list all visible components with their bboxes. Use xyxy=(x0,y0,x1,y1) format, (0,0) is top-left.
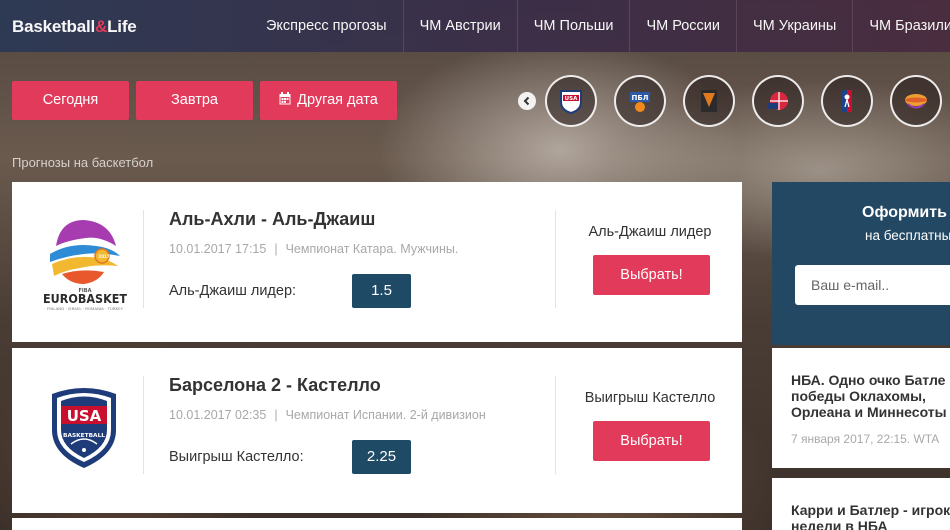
match-meta: 10.01.2017 02:35 | Чемпионат Испании. 2-й … xyxy=(169,408,486,422)
svg-text:USA: USA xyxy=(67,407,102,425)
match-title[interactable]: Аль-Ахли - Аль-Джаиш xyxy=(169,209,375,230)
odds-badge: 1.5 xyxy=(352,274,411,308)
subscribe-box: Оформить на бесплатны xyxy=(772,182,950,345)
match-tournament: Чемпионат Испании. 2-й дивизион xyxy=(285,408,486,422)
nav-item-ukraine[interactable]: ЧМ Украины xyxy=(737,0,854,52)
news-item[interactable]: НБА. Одно очко Батле победы Оклахомы, Ор… xyxy=(772,348,950,468)
site-logo[interactable]: Basketball&Life xyxy=(12,17,137,37)
news-date: 7 января 2017, 22:15. WTA xyxy=(791,432,940,446)
league-ball[interactable] xyxy=(890,75,942,127)
match-card: FIBA EUROBASKET FINLAND · ISRAEL · ROMAN… xyxy=(12,182,742,342)
match-date: 10.01.2017 02:35 xyxy=(169,408,267,422)
svg-text:FINLAND · ISRAEL · ROMANIA · T: FINLAND · ISRAEL · ROMANIA · TURKEY xyxy=(47,307,124,311)
match-pick-label: Выигрыш Кастелло: xyxy=(169,449,304,465)
fiba-eurobasket-logo-icon: FIBA EUROBASKET FINLAND · ISRAEL · ROMAN… xyxy=(40,206,130,316)
svg-text:2017: 2017 xyxy=(98,254,109,259)
news-title-line[interactable]: Карри и Батлер - игрок xyxy=(791,502,950,518)
usa-basketball-logo-icon: USA xyxy=(560,90,582,115)
prediction-label: Выигрыш Кастелло xyxy=(584,390,716,406)
divider xyxy=(555,210,556,308)
nav-item-russia[interactable]: ЧМ России xyxy=(630,0,738,52)
svg-text:USA: USA xyxy=(565,96,578,102)
nav-item-brazil[interactable]: ЧМ Бразилии xyxy=(853,0,950,52)
league-vtb[interactable] xyxy=(683,75,735,127)
subscribe-subtitle: на бесплатны xyxy=(865,228,950,243)
news-item[interactable]: Карри и Батлер - игрок недели в НБА xyxy=(772,478,950,530)
today-button[interactable]: Сегодня xyxy=(12,81,129,120)
match-card xyxy=(12,518,742,530)
breadcrumb[interactable]: Прогнозы на баскетбол xyxy=(12,155,153,170)
league-nba[interactable] xyxy=(821,75,873,127)
match-title[interactable]: Барселона 2 - Кастелло xyxy=(169,375,381,396)
prediction-label: Аль-Джаиш лидер xyxy=(588,224,712,240)
tomorrow-button[interactable]: Завтра xyxy=(136,81,253,120)
nav-item-express[interactable]: Экспресс прогозы xyxy=(250,0,404,52)
divider xyxy=(555,376,556,474)
divider xyxy=(143,210,144,308)
basketball-league-logo-icon xyxy=(768,92,788,110)
nav-item-austria[interactable]: ЧМ Австрии xyxy=(404,0,518,52)
nav-item-poland[interactable]: ЧМ Польши xyxy=(518,0,631,52)
meta-separator: | xyxy=(274,408,278,422)
nba-logo-icon xyxy=(842,90,852,112)
odds-badge: 2.25 xyxy=(352,440,411,474)
chevron-left-icon[interactable] xyxy=(518,92,536,110)
main-nav: Экспресс прогозы ЧМ Австрии ЧМ Польши ЧМ… xyxy=(250,0,950,52)
league-usa-basketball[interactable]: USA xyxy=(545,75,597,127)
usa-basketball-shield-logo-icon: USA BASKETBALL xyxy=(44,382,124,472)
svg-text:ПБЛ: ПБЛ xyxy=(631,94,648,102)
meta-separator: | xyxy=(274,242,278,256)
other-date-button[interactable]: Другая дата xyxy=(260,81,397,120)
news-title-line[interactable]: НБА. Одно очко Батле xyxy=(791,372,950,388)
news-title-line[interactable]: Орлеана и Миннесоты xyxy=(791,404,950,420)
news-title-line[interactable]: недели в НБА xyxy=(791,518,950,530)
pbl-logo-icon: ПБЛ xyxy=(630,92,650,112)
subscribe-title: Оформить xyxy=(862,204,947,221)
league-red[interactable] xyxy=(752,75,804,127)
match-pick-label: Аль-Джаиш лидер: xyxy=(169,283,297,299)
choose-button[interactable]: Выбрать! xyxy=(593,421,710,461)
choose-button[interactable]: Выбрать! xyxy=(593,255,710,295)
match-card: USA BASKETBALL Барселона 2 - Кастелло 10… xyxy=(12,348,742,513)
top-navigation-bar: Basketball&Life Экспресс прогозы ЧМ Авст… xyxy=(0,0,950,52)
news-title-line[interactable]: победы Оклахомы, xyxy=(791,388,950,404)
vtb-league-logo-icon xyxy=(701,90,717,112)
email-field[interactable] xyxy=(795,265,950,305)
basketball-ball-logo-icon xyxy=(905,94,927,109)
svg-text:EUROBASKET: EUROBASKET xyxy=(43,292,128,306)
match-meta: 10.01.2017 17:15 | Чемпионат Катара. Мужчи… xyxy=(169,242,458,256)
divider xyxy=(143,376,144,474)
svg-text:BASKETBALL: BASKETBALL xyxy=(63,433,106,439)
calendar-icon xyxy=(279,82,291,121)
match-tournament: Чемпионат Катара. Мужчины. xyxy=(285,242,459,256)
match-date: 10.01.2017 17:15 xyxy=(169,242,267,256)
league-pbl[interactable]: ПБЛ xyxy=(614,75,666,127)
